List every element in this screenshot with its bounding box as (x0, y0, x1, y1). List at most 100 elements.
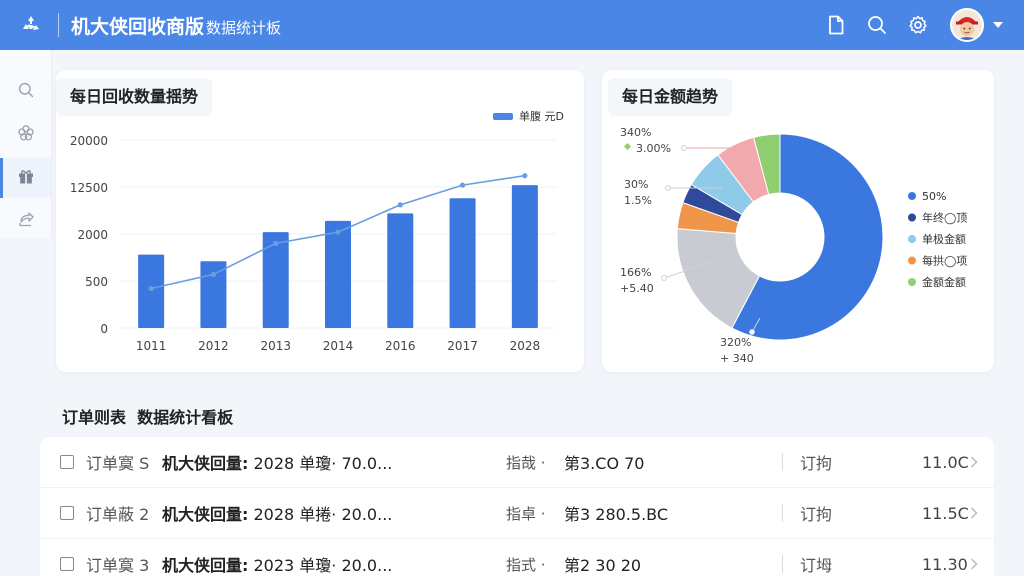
legend-label: 每拱◯项 (922, 254, 967, 268)
callout-subvalue: 1.5% (624, 194, 652, 207)
order-value: 第3 280.5.BC (564, 505, 669, 524)
search-icon[interactable] (866, 14, 888, 36)
callout-subvalue: 3.00% (636, 142, 671, 155)
callout-value: 340% (620, 126, 651, 139)
order-value: 第2 30 20 (564, 556, 642, 575)
gear-icon[interactable] (907, 14, 929, 36)
orders-list: 订单寞 S 机大侠回量: 2028 单瓊· 70.0... 指哉 · 第3.CO… (40, 437, 994, 576)
sidebar-item-share[interactable] (0, 201, 51, 241)
callout-dot (665, 185, 671, 191)
search-icon (18, 82, 34, 102)
legend-swatch (908, 278, 916, 286)
avatar[interactable] (950, 8, 984, 42)
legend-swatch (908, 235, 916, 243)
callout-subvalue: +5.40 (620, 282, 654, 295)
trend-point (522, 173, 528, 179)
y-tick-label: 500 (85, 275, 108, 289)
trend-point (459, 182, 466, 188)
y-tick-label: 2000 (77, 228, 108, 242)
app-header: 机大侠回收商版 数据统计板 (0, 0, 1024, 50)
flower-icon (17, 124, 35, 146)
gift-icon (17, 167, 35, 189)
legend-label: 50% (922, 190, 946, 203)
order-status: 订拘 (800, 505, 833, 524)
x-tick-label: 2013 (260, 339, 291, 353)
order-name: 机大侠回量: 2023 单瓊· 20.0... (162, 552, 392, 576)
chevron-right-icon[interactable] (970, 557, 980, 571)
row-checkbox[interactable] (60, 455, 74, 469)
daily-amount-trend-card: 每日金额趋势 340% 3.00% 30% 1.5% 166% +5.40 320% + 34… (602, 70, 994, 372)
x-tick-label: 2012 (198, 339, 229, 353)
order-name-detail: 2028 单捲· 20.0... (253, 505, 393, 524)
legend-label: 金额金额 (922, 275, 966, 289)
callout-dot (749, 329, 755, 335)
trend-point (210, 271, 217, 278)
legend-label: 年终◯顶 (922, 211, 967, 225)
row-divider (782, 504, 783, 522)
trend-point (148, 285, 154, 292)
app-title: 机大侠回收商版 数据统计板 (71, 12, 281, 39)
recycle-logo-icon[interactable] (18, 12, 44, 38)
header-divider (58, 13, 59, 37)
legend-label: 单极金额 (922, 232, 966, 246)
bar (262, 232, 289, 328)
order-id: 订单蔽 2 (86, 505, 150, 524)
table-row[interactable]: 订单蔽 2 机大侠回量: 2028 单捲· 20.0... 指卓 · 第3 28… (40, 488, 994, 539)
order-amount: 11.5C (922, 503, 969, 523)
app-title-sub: 数据统计板 (206, 18, 282, 37)
x-tick-label: 2016 (385, 339, 416, 353)
x-tick-label: 2028 (510, 339, 541, 353)
bar (138, 254, 165, 328)
bar (449, 198, 476, 328)
callout-dot (681, 145, 687, 151)
x-tick-label: 1011 (136, 339, 167, 353)
document-icon[interactable] (825, 14, 847, 36)
bar (325, 220, 351, 328)
bar (387, 213, 414, 328)
order-amount: 11.0C (922, 452, 969, 472)
order-id: 订单寞 3 (86, 556, 150, 575)
order-value: 第3.CO 70 (564, 454, 645, 473)
bar (511, 185, 538, 328)
orders-section-title: 订单则表 数据统计看板 (62, 408, 234, 427)
callout-value: 320% (720, 336, 751, 349)
sidebar-item-search[interactable] (0, 72, 51, 112)
order-name: 机大侠回量: 2028 单捲· 20.0... (162, 501, 392, 525)
x-tick-label: 2014 (323, 339, 354, 353)
sidebar-item-gift[interactable] (0, 158, 51, 198)
bar (200, 261, 227, 328)
sidebar (0, 50, 52, 238)
order-id: 订单寞 S (86, 454, 150, 473)
daily-recycle-bar-chart: 20000 12500 2000 500 0 1011 2012 2013 2014 2016 20… (70, 134, 556, 353)
y-tick-label: 20000 (70, 134, 108, 148)
trend-point (273, 240, 279, 246)
header-actions (825, 0, 1024, 50)
order-name-detail: 2028 单瓊· 70.0... (253, 454, 393, 473)
order-name-label: 机大侠回量: (162, 505, 249, 524)
callout-value: 166% (620, 266, 651, 279)
trend-point (397, 202, 403, 208)
order-tag: 指卓 · (506, 504, 546, 523)
legend-swatch (908, 192, 916, 200)
trend-point (335, 229, 341, 235)
legend-swatch (908, 256, 916, 265)
table-row[interactable]: 订单寞 3 机大侠回量: 2023 单瓊· 20.0... 指式 · 第2 30… (40, 539, 994, 576)
callout-subvalue: + 340 (720, 352, 754, 365)
chevron-right-icon[interactable] (970, 455, 980, 469)
order-status: 订拘 (800, 454, 833, 473)
table-row[interactable]: 订单寞 S 机大侠回量: 2028 单瓊· 70.0... 指哉 · 第3.CO… (40, 437, 994, 488)
order-name-detail: 2023 单瓊· 20.0... (253, 556, 393, 575)
chevron-down-icon[interactable] (992, 22, 1004, 28)
order-tag: 指式 · (506, 555, 546, 574)
row-divider (782, 453, 783, 471)
callout-dot (661, 275, 667, 281)
row-checkbox[interactable] (60, 557, 74, 571)
row-checkbox[interactable] (60, 506, 74, 520)
legend-swatch (908, 213, 916, 222)
chevron-right-icon[interactable] (970, 506, 980, 520)
app-title-main: 机大侠回收商版 (71, 15, 205, 38)
sidebar-item-flower[interactable] (0, 115, 51, 155)
callout-value: 30% (624, 178, 648, 191)
row-divider (782, 555, 783, 573)
order-tag: 指哉 · (506, 453, 546, 472)
